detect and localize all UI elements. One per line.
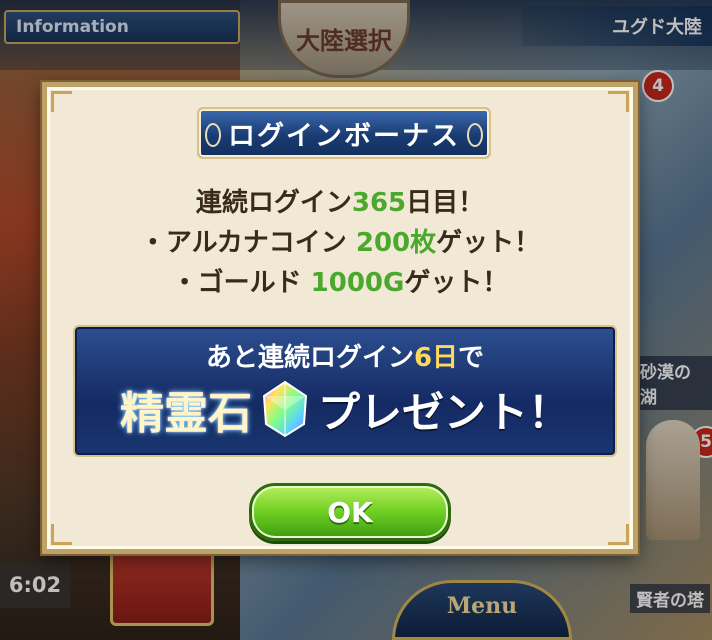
- dialog-title-banner: ログインボーナス: [197, 107, 491, 159]
- ok-button[interactable]: OK: [249, 483, 451, 541]
- arcana-coin-amount: 200枚: [355, 228, 437, 258]
- promo-countdown: あと連続ログイン6日で: [75, 337, 615, 374]
- corner-ornament: [51, 91, 72, 112]
- promo-reward: 精霊石 プレゼント！: [75, 377, 615, 441]
- bonus-lines: 連続ログイン365日目！ ・アルカナコイン 200枚ゲット！ ・ゴールド 100…: [47, 183, 633, 303]
- dialog-title: ログインボーナス: [228, 120, 460, 152]
- corner-ornament: [51, 524, 72, 545]
- spirit-stone-crystal-icon: [260, 380, 310, 438]
- arcana-coin-reward-line: ・アルカナコイン 200枚ゲット！: [47, 223, 633, 263]
- promo-prefix: あと連続ログイン: [205, 343, 414, 373]
- line2-suffix: ゲット！: [436, 228, 541, 258]
- present-label: プレゼント！: [317, 387, 570, 437]
- promo-days: 6日: [413, 343, 459, 373]
- gold-amount: 1000G: [310, 268, 405, 298]
- corner-ornament: [608, 91, 629, 112]
- flourish-icon: [205, 123, 221, 147]
- spirit-stone-label: 精霊石: [119, 388, 252, 439]
- ok-label: OK: [327, 495, 373, 529]
- login-bonus-dialog: ログインボーナス 連続ログイン365日目！ ・アルカナコイン 200枚ゲット！ …: [42, 82, 638, 554]
- promo-suffix: で: [458, 343, 485, 373]
- line1-prefix: 連続ログイン: [195, 188, 352, 218]
- next-reward-promo: あと連続ログイン6日で 精霊石 プレゼント！: [73, 325, 617, 457]
- line1-suffix: 日目！: [406, 188, 485, 218]
- gold-reward-line: ・ゴールド 1000Gゲット！: [47, 263, 633, 303]
- flourish-icon: [467, 123, 483, 147]
- corner-ornament: [608, 524, 629, 545]
- line2-prefix: ・アルカナコイン: [139, 228, 356, 258]
- line3-prefix: ・ゴールド: [171, 268, 311, 298]
- line3-suffix: ゲット！: [404, 268, 509, 298]
- consecutive-login-line: 連続ログイン365日目！: [47, 183, 633, 223]
- login-days-count: 365: [351, 188, 407, 218]
